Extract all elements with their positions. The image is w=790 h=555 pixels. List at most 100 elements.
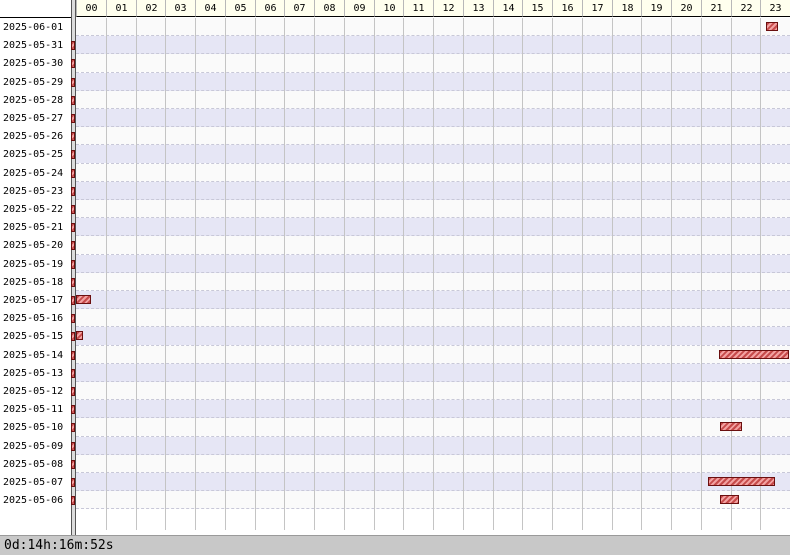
hour-label-18: 18 [612,0,642,17]
hour-label-20: 20 [671,0,701,17]
activity-bar[interactable] [76,331,84,341]
hour-gridline [522,18,523,530]
hour-label-14: 14 [493,0,523,17]
row-marker [71,405,75,415]
row-marker [71,423,75,433]
hour-label-16: 16 [552,0,582,17]
activity-bar[interactable] [720,422,743,432]
hour-label-03: 03 [165,0,195,17]
row-marker [71,59,75,69]
hour-label-23: 23 [760,0,790,17]
date-label: 2025-05-14 [3,349,64,361]
date-label: 2025-05-27 [3,113,64,124]
date-label: 2025-05-11 [3,404,64,416]
hour-gridline [552,18,553,530]
activity-bar[interactable] [766,22,779,31]
activity-bar[interactable] [76,295,91,304]
hour-gridline [671,18,672,530]
date-label: 2025-05-22 [3,204,64,215]
date-label: 2025-05-25 [3,149,64,161]
date-label: 2025-05-13 [3,367,64,379]
date-label: 2025-06-01 [3,22,64,33]
hour-gridline [374,18,375,530]
row-marker [71,150,75,160]
date-label: 2025-05-16 [3,313,64,325]
row-marker [71,368,75,378]
hour-label-06: 06 [255,0,285,17]
hour-gridline [433,18,434,530]
row-marker [71,296,75,305]
row-marker [71,132,75,142]
hour-gridline [612,18,613,530]
hour-gridline [225,18,226,530]
activity-bar[interactable] [708,477,776,486]
hour-gridline [731,18,732,530]
hour-label-21: 21 [701,0,731,17]
date-label: 2025-05-06 [3,495,64,507]
hour-gridline [314,18,315,530]
row-marker [71,332,75,342]
hour-label-02: 02 [136,0,166,17]
date-label: 2025-05-28 [3,94,64,106]
date-label: 2025-05-17 [3,295,64,306]
date-label: 2025-05-07 [3,477,64,488]
row-marker [71,387,75,396]
hour-label-04: 04 [195,0,225,17]
date-label: 2025-05-21 [3,222,64,234]
row-marker [71,77,75,87]
hour-label-08: 08 [314,0,344,17]
row-marker [71,168,75,178]
row-marker [71,241,75,251]
total-duration-text: 0d:14h:16m:52s [4,538,114,553]
row-marker [71,259,75,269]
hour-gridline [641,18,642,530]
row-marker [71,205,75,214]
date-label: 2025-05-26 [3,131,64,143]
date-label: 2025-05-18 [3,276,64,288]
date-label: 2025-05-20 [3,240,64,252]
hour-label-10: 10 [374,0,404,17]
activity-bar[interactable] [720,495,740,505]
hour-gridline [284,18,285,530]
hour-label-09: 09 [344,0,374,17]
hour-gridline [106,18,107,530]
hour-gridline [403,18,404,530]
hour-gridline [136,18,137,530]
hour-label-13: 13 [463,0,493,17]
date-label: 2025-05-08 [3,458,64,470]
date-label: 2025-05-12 [3,386,64,397]
hour-gridline [463,18,464,530]
row-marker [71,223,75,233]
date-label: 2025-05-29 [3,76,64,88]
row-marker [71,350,75,360]
hour-label-22: 22 [731,0,761,17]
hour-gridline [165,18,166,530]
row-marker [71,186,75,196]
hour-label-11: 11 [403,0,433,17]
row-marker [71,496,75,506]
hour-label-00: 00 [76,0,106,17]
hour-label-12: 12 [433,0,463,17]
hour-gridline [760,18,761,530]
hour-gridline [344,18,345,530]
hour-label-07: 07 [284,0,314,17]
row-marker [71,459,75,469]
hour-gridline [493,18,494,530]
header-corner [0,0,71,18]
row-marker [71,41,75,51]
date-label: 2025-05-24 [3,167,64,179]
hour-label-05: 05 [225,0,255,17]
hour-gridline [195,18,196,530]
date-label: 2025-05-31 [3,40,64,52]
date-label: 2025-05-19 [3,258,64,270]
date-label: 2025-05-15 [3,331,64,343]
date-label: 2025-05-09 [3,440,64,452]
activity-bar[interactable] [718,349,789,359]
hour-gridline [582,18,583,530]
hour-gridline [255,18,256,530]
row-marker [71,478,75,487]
hour-label-01: 01 [106,0,136,17]
row-marker [71,277,75,287]
status-bar: 0d:14h:16m:52s [0,535,790,555]
row-marker [71,95,75,105]
